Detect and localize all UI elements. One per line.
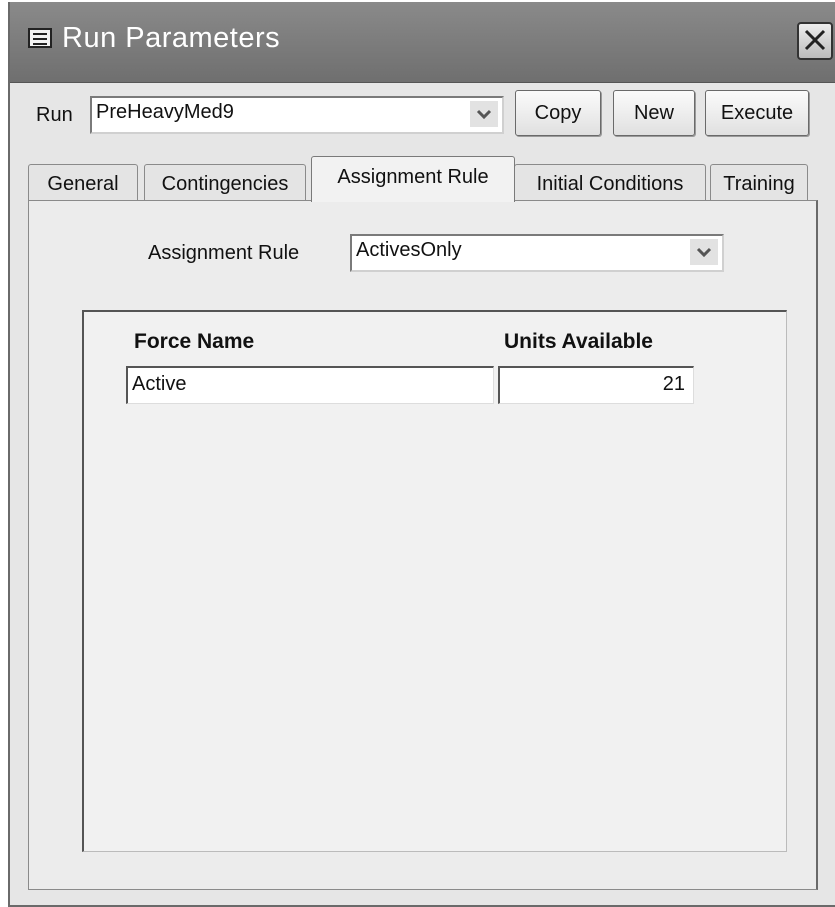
assignment-rule-select-value: ActivesOnly [356, 239, 462, 261]
run-select[interactable]: PreHeavyMed9 [90, 96, 504, 134]
run-select-value: PreHeavyMed9 [96, 101, 234, 123]
run-parameters-window: Run Parameters Run PreHeavyMed9 Copy New… [8, 2, 835, 907]
force-name-field[interactable]: Active [126, 366, 494, 404]
copy-button[interactable]: Copy [515, 90, 601, 136]
title-bar[interactable]: Run Parameters [10, 2, 835, 83]
run-label: Run [36, 104, 73, 126]
tab-general[interactable]: General [28, 164, 138, 202]
column-header-force-name: Force Name [134, 330, 255, 353]
window-title: Run Parameters [62, 22, 281, 54]
assignment-rule-select[interactable]: ActivesOnly [350, 234, 724, 272]
assignment-rule-label: Assignment Rule [148, 242, 300, 264]
new-button[interactable]: New [613, 90, 695, 136]
execute-button[interactable]: Execute [705, 90, 809, 136]
chevron-down-icon [476, 109, 492, 120]
close-icon [804, 29, 826, 51]
close-button[interactable] [797, 22, 833, 60]
forces-subform: Force Name Units Available Active 21 [82, 310, 787, 852]
tab-contingencies[interactable]: Contingencies [144, 164, 306, 202]
run-select-dropdown-button[interactable] [470, 101, 498, 127]
assignment-rule-dropdown-button[interactable] [690, 239, 718, 265]
tab-training[interactable]: Training [710, 164, 808, 202]
units-available-field[interactable]: 21 [498, 366, 694, 404]
tab-initial-conditions[interactable]: Initial Conditions [514, 164, 706, 202]
tab-assignment-rule[interactable]: Assignment Rule [311, 156, 515, 202]
form-icon [28, 28, 52, 48]
chevron-down-icon [696, 247, 712, 258]
column-header-units-available: Units Available [504, 330, 653, 353]
